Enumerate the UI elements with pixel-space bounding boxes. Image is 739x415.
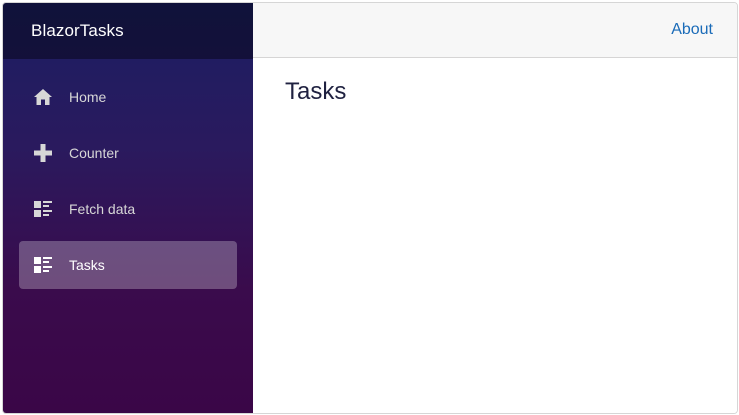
sidebar-item-label: Counter [69, 145, 119, 161]
nav-menu: Home Counter Fetch data Tasks [3, 59, 253, 297]
about-link[interactable]: About [671, 21, 713, 39]
plus-icon [33, 143, 53, 163]
page-title: Tasks [285, 78, 347, 105]
sidebar-item-label: Home [69, 89, 107, 105]
list-rich-icon [33, 199, 53, 219]
brand-link[interactable]: BlazorTasks [31, 21, 124, 41]
sidebar: BlazorTasks Home Counter Fetch data Task… [3, 3, 253, 413]
list-rich-icon [33, 255, 53, 275]
sidebar-item-tasks[interactable]: Tasks [19, 241, 237, 289]
sidebar-item-label: Tasks [69, 257, 105, 273]
app-window: BlazorTasks Home Counter Fetch data Task… [2, 2, 738, 414]
main-area: About Tasks [253, 3, 737, 413]
sidebar-item-label: Fetch data [69, 201, 136, 217]
sidebar-item-fetch-data[interactable]: Fetch data [19, 185, 237, 233]
content: Tasks [253, 58, 737, 126]
home-icon [33, 87, 53, 107]
sidebar-item-home[interactable]: Home [19, 73, 237, 121]
top-row: About [253, 3, 737, 58]
sidebar-item-counter[interactable]: Counter [19, 129, 237, 177]
brand-bar: BlazorTasks [3, 3, 253, 59]
